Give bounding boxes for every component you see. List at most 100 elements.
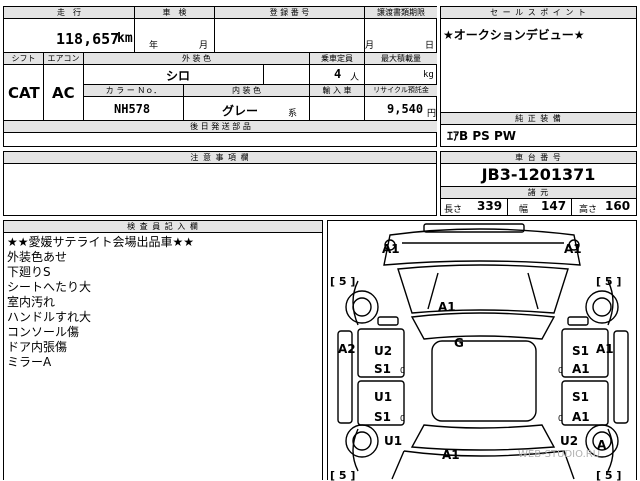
exterior-color-label: 外 装 色 <box>84 53 310 65</box>
mark-rear-door-left-1: U1 <box>374 390 392 404</box>
shift-value: CAT <box>8 84 40 102</box>
mark-front-door-left-1: U2 <box>374 344 392 358</box>
transfer-deadline-label: 譲渡書類期限 <box>365 7 437 19</box>
chassis-number: JB3-1201371 <box>441 164 636 187</box>
vehicle-info-table: 走 行 車 検 登 録 番 号 譲渡書類期限 118,657 km 年 月 月 … <box>3 6 437 147</box>
note-line: 下廻りS <box>7 265 51 279</box>
mark-left-fender: A2 <box>338 342 356 356</box>
width-value: 147 <box>541 199 567 213</box>
interior-color-cell: グレー 系 <box>184 97 310 121</box>
exterior-color-cell: シロ <box>84 65 264 85</box>
color-no-label: カ ラ ー Ｎｏ． <box>84 85 184 97</box>
mark-hood: A1 <box>438 300 456 314</box>
length-label: 長さ <box>444 205 463 215</box>
chassis-label: 車 台 番 号 <box>441 152 636 164</box>
height-label: 高さ <box>579 205 598 215</box>
import-cell <box>310 97 365 121</box>
mark-tailgate: A1 <box>442 448 460 462</box>
mark-zero-right-1: 0 <box>558 366 563 375</box>
mark-zero-left-1: 0 <box>400 366 405 375</box>
color-no-cell: NH578 <box>84 97 184 121</box>
note-line: シートへたり大 <box>7 280 92 294</box>
mark-rear-door-left-2: S1 <box>374 410 391 424</box>
load-unit: kg <box>423 70 434 80</box>
exterior-color-extra <box>264 65 310 85</box>
inspection-label: 車 検 <box>135 7 215 19</box>
mileage-value: 118,657 <box>56 30 120 48</box>
mark-front-right: A1 <box>564 242 582 256</box>
height-value: 160 <box>605 199 631 213</box>
mark-right-side: A1 <box>596 342 614 356</box>
inspection-month: 月 <box>199 41 209 51</box>
specs-label: 諸 元 <box>441 187 636 199</box>
watermark: WEB-STUDIO.RU <box>518 449 600 460</box>
mark-zero-left-2: 0 <box>400 414 405 423</box>
shift-cell: CAT <box>4 65 44 121</box>
mileage-label: 走 行 <box>4 7 135 19</box>
recycle-value: 9,540 <box>387 102 424 116</box>
parts-label: 後 日 発 送 部 品 <box>4 121 437 133</box>
note-line: ハンドルすれ大 <box>7 310 92 324</box>
mark-tire-fl: [ 5 ] <box>330 275 355 288</box>
mark-front-door-right-2: A1 <box>572 362 590 376</box>
load-cell: kg <box>365 65 437 85</box>
inspector-label: 検 査 員 記 入 欄 <box>4 221 322 233</box>
mark-zero-right-2: 0 <box>558 414 563 423</box>
interior-color-suffix: 系 <box>288 109 298 119</box>
capacity-label: 乗車定員 <box>310 53 365 65</box>
specs-row: 長さ 339 幅 147 高さ 160 <box>441 199 636 215</box>
note-line: ミラーA <box>7 355 52 369</box>
length-value: 339 <box>477 199 503 213</box>
equipment-text: ｴｱB PS PW <box>447 129 516 143</box>
inspection-cell: 年 月 <box>135 19 215 53</box>
sales-point-text: ★オークションデビュー★ <box>443 28 585 42</box>
exterior-color-value: シロ <box>166 69 191 83</box>
width-label: 幅 <box>519 205 529 215</box>
interior-color-label: 内 装 色 <box>184 85 310 97</box>
mark-tire-fr: [ 5 ] <box>596 275 621 288</box>
registration-cell <box>215 19 365 53</box>
recycle-label: リサイクル預託金 <box>365 85 437 97</box>
max-load-label: 最大積載量 <box>365 53 437 65</box>
sales-point-box: セ ー ル ス ポ イ ン ト ★オークションデビュー★ <box>440 6 637 113</box>
capacity-cell: 4 人 <box>310 65 365 85</box>
capacity-unit: 人 <box>350 73 360 83</box>
caution-box: 注 意 事 項 欄 <box>3 151 437 216</box>
color-no-value: NH578 <box>114 102 151 116</box>
ac-label: エアコン <box>44 53 84 65</box>
recycle-cell: 9,540 円 <box>365 97 437 121</box>
import-label: 輸 入 車 <box>310 85 365 97</box>
chassis-box: 車 台 番 号 JB3-1201371 諸 元 長さ 339 幅 147 高さ … <box>440 151 637 216</box>
mark-rear-door-right-1: S1 <box>572 390 589 404</box>
inspector-notes: ★★愛媛サテライト会場出品車★★ 外装色あせ 下廻りS シートへたり大 室内汚れ… <box>7 235 194 370</box>
mileage-unit: km <box>117 31 133 46</box>
mark-front-door-left-2: S1 <box>374 362 391 376</box>
inspector-box: 検 査 員 記 入 欄 ★★愛媛サテライト会場出品車★★ 外装色あせ 下廻りS … <box>3 220 323 480</box>
transfer-cell: 月 日 <box>365 19 437 53</box>
note-line: コンソール傷 <box>7 325 80 339</box>
recycle-unit: 円 <box>427 109 437 119</box>
mark-tire-rl: [ 5 ] <box>330 469 355 481</box>
interior-color-value: グレー <box>222 104 259 118</box>
equipment-label: 純 正 装 備 <box>441 113 636 125</box>
inspection-year: 年 <box>149 41 159 51</box>
ac-value: AC <box>52 84 75 102</box>
transfer-day: 日 <box>425 41 435 51</box>
caution-label: 注 意 事 項 欄 <box>4 152 436 164</box>
note-line: ドア内張傷 <box>7 340 68 354</box>
mark-tire-rr: [ 5 ] <box>596 469 621 481</box>
mark-roof: G <box>454 336 464 350</box>
shift-label: シフト <box>4 53 44 65</box>
note-line: 室内汚れ <box>7 295 56 309</box>
mark-rear-quarter-left: U1 <box>384 434 402 448</box>
transfer-month: 月 <box>365 41 375 51</box>
registration-label: 登 録 番 号 <box>215 7 365 19</box>
mark-front-left: A1 <box>382 242 400 256</box>
note-line: 外装色あせ <box>7 250 68 264</box>
mileage-cell: 118,657 km <box>4 19 135 53</box>
car-diagram: A1 A1 [ 5 ] [ 5 ] A1 G A2 U2 S1 0 U1 S1 … <box>330 223 629 481</box>
ac-cell: AC <box>44 65 84 121</box>
mark-rear-quarter-right: U2 <box>560 434 578 448</box>
car-diagram-box: A1 A1 [ 5 ] [ 5 ] A1 G A2 U2 S1 0 U1 S1 … <box>327 220 637 481</box>
equipment-box: 純 正 装 備 ｴｱB PS PW <box>440 113 637 147</box>
